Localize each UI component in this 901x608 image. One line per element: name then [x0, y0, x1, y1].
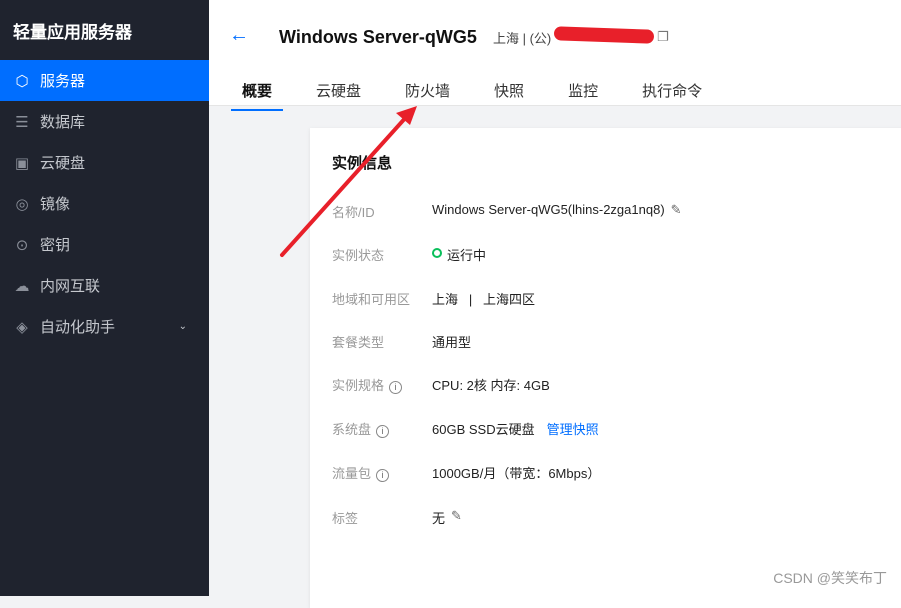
sidebar-item-key[interactable]: ⊙ 密钥: [0, 224, 209, 265]
edit-icon[interactable]: ✎: [671, 202, 682, 221]
chevron-down-icon: ⌄: [178, 321, 187, 332]
cube-icon: ⬡: [15, 72, 29, 90]
status-badge: 运行中: [447, 248, 487, 263]
tab-overview[interactable]: 概要: [231, 80, 284, 111]
row-label: 流量包: [332, 466, 372, 481]
info-row-name: 名称/ID Windows Server-qWG5(lhins-2zga1nq8)…: [332, 202, 682, 221]
sidebar-item-label: 服务器: [40, 73, 86, 90]
row-label: 套餐类型: [332, 335, 385, 350]
sidebar-item-label: 数据库: [40, 114, 86, 131]
page-title: Windows Server-qWG5: [279, 27, 477, 47]
copy-icon[interactable]: ❐: [657, 29, 669, 45]
manage-snapshot-link[interactable]: 管理快照: [547, 419, 599, 438]
sidebar-item-image[interactable]: ◎ 镜像: [0, 183, 209, 224]
page-header: ← Windows Server-qWG5 上海 | (公) ❐ 概要 云硬盘 …: [209, 0, 901, 111]
info-row-tags: 标签 无 ✎: [332, 508, 462, 527]
row-label: 系统盘: [332, 422, 372, 437]
instance-info-card: 实例信息 名称/ID Windows Server-qWG5(lhins-2zga…: [310, 128, 901, 608]
tab-firewall[interactable]: 防火墙: [394, 80, 461, 111]
sidebar-item-label: 自动化助手: [40, 319, 116, 336]
image-icon: ◎: [15, 195, 29, 213]
tab-command[interactable]: 执行命令: [631, 80, 713, 111]
sidebar-item-label: 云硬盘: [40, 155, 86, 172]
region-ip: 上海 | (公): [493, 31, 552, 46]
sidebar-item-database[interactable]: ☰ 数据库: [0, 101, 209, 142]
info-row-traffic: 流量包 i 1000GB/月（带宽：6Mbps）: [332, 463, 600, 482]
sidebar-item-network[interactable]: ☁ 内网互联: [0, 265, 209, 306]
sidebar-nav: ⬡ 服务器 ☰ 数据库 ▣ 云硬盘 ◎ 镜像 ⊙ 密钥 ☁ 内网互联 ◈ 自动化助手 ⌄: [0, 60, 209, 347]
network-icon: ☁: [14, 277, 30, 295]
watermark: CSDN @笑笑布丁: [773, 570, 887, 586]
automation-icon: ◈: [16, 318, 28, 336]
sidebar: 轻量应用服务器 ⬡ 服务器 ☰ 数据库 ▣ 云硬盘 ◎ 镜像 ⊙ 密钥 ☁ 内网互联 ◈ 自动…: [0, 0, 209, 596]
card-title: 实例信息: [332, 155, 393, 172]
row-value: 60GB SSD云硬盘: [432, 422, 535, 437]
row-label: 实例状态: [332, 248, 385, 263]
tab-disk[interactable]: 云硬盘: [305, 80, 372, 111]
info-row-spec: 实例规格 i CPU: 2核 内存: 4GB: [332, 375, 550, 394]
redaction-mark: [553, 26, 655, 44]
disk-icon: ▣: [14, 154, 30, 172]
key-icon: ⊙: [15, 236, 29, 254]
database-icon: ☰: [15, 113, 29, 131]
row-value: 上海 | 上海四区: [432, 292, 536, 307]
sidebar-item-label: 镜像: [40, 196, 71, 213]
row-label: 标签: [332, 511, 359, 526]
sidebar-item-label: 内网互联: [40, 278, 101, 295]
row-value: 1000GB/月（带宽：6Mbps）: [432, 466, 601, 481]
row-label: 地域和可用区: [332, 292, 411, 307]
tab-snapshot[interactable]: 快照: [483, 80, 535, 111]
row-label: 名称/ID: [332, 205, 375, 220]
tab-monitor[interactable]: 监控: [557, 80, 609, 111]
brand-title: 轻量应用服务器: [13, 23, 132, 42]
info-row-plan: 套餐类型 通用型: [332, 332, 471, 351]
row-value: Windows Server-qWG5(lhins-2zga1nq8): [432, 202, 665, 217]
row-value: 无: [432, 511, 446, 526]
info-icon[interactable]: i: [389, 381, 403, 394]
info-icon[interactable]: i: [376, 425, 390, 438]
info-row-system-disk: 系统盘 i 60GB SSD云硬盘 管理快照: [332, 419, 599, 438]
edit-icon[interactable]: ✎: [451, 508, 462, 527]
back-arrow-icon[interactable]: ←: [229, 24, 249, 47]
tab-bar: 概要 云硬盘 防火墙 快照 监控 执行命令: [231, 80, 735, 111]
status-running-icon: [432, 248, 442, 258]
sidebar-item-label: 密钥: [40, 237, 71, 254]
sidebar-item-server[interactable]: ⬡ 服务器: [0, 60, 209, 101]
info-icon[interactable]: i: [376, 469, 390, 482]
sidebar-item-automation[interactable]: ◈ 自动化助手 ⌄: [0, 306, 209, 347]
row-value: 通用型: [432, 335, 472, 350]
row-label: 实例规格: [332, 378, 385, 393]
info-row-status: 实例状态 运行中: [332, 245, 486, 264]
info-row-region: 地域和可用区 上海 | 上海四区: [332, 289, 535, 308]
sidebar-item-disk[interactable]: ▣ 云硬盘: [0, 142, 209, 183]
row-value: CPU: 2核 内存: 4GB: [432, 378, 550, 393]
